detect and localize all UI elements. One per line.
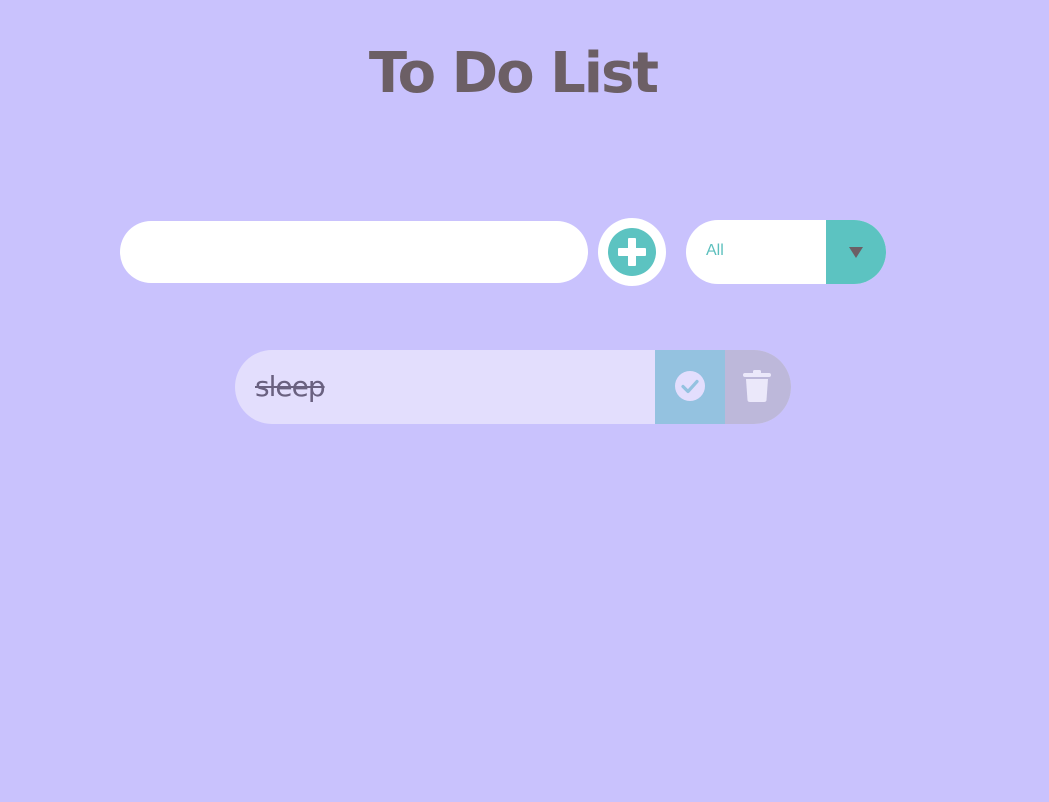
todo-item-text: sleep [255, 370, 326, 403]
page-title: To Do List [368, 41, 659, 106]
plus-circle-icon [608, 228, 656, 276]
complete-button[interactable] [655, 350, 725, 424]
delete-button[interactable] [725, 350, 791, 424]
filter-selected-value: All [706, 242, 724, 259]
trash-icon [743, 369, 773, 405]
filter-select[interactable]: All [686, 220, 886, 284]
todo-input[interactable] [120, 221, 588, 283]
add-todo-button[interactable] [598, 218, 666, 286]
check-circle-icon [675, 370, 705, 404]
todo-app: To Do List All sleep [0, 0, 1049, 802]
todo-item: sleep [235, 350, 791, 424]
caret-down-icon[interactable] [826, 220, 886, 284]
